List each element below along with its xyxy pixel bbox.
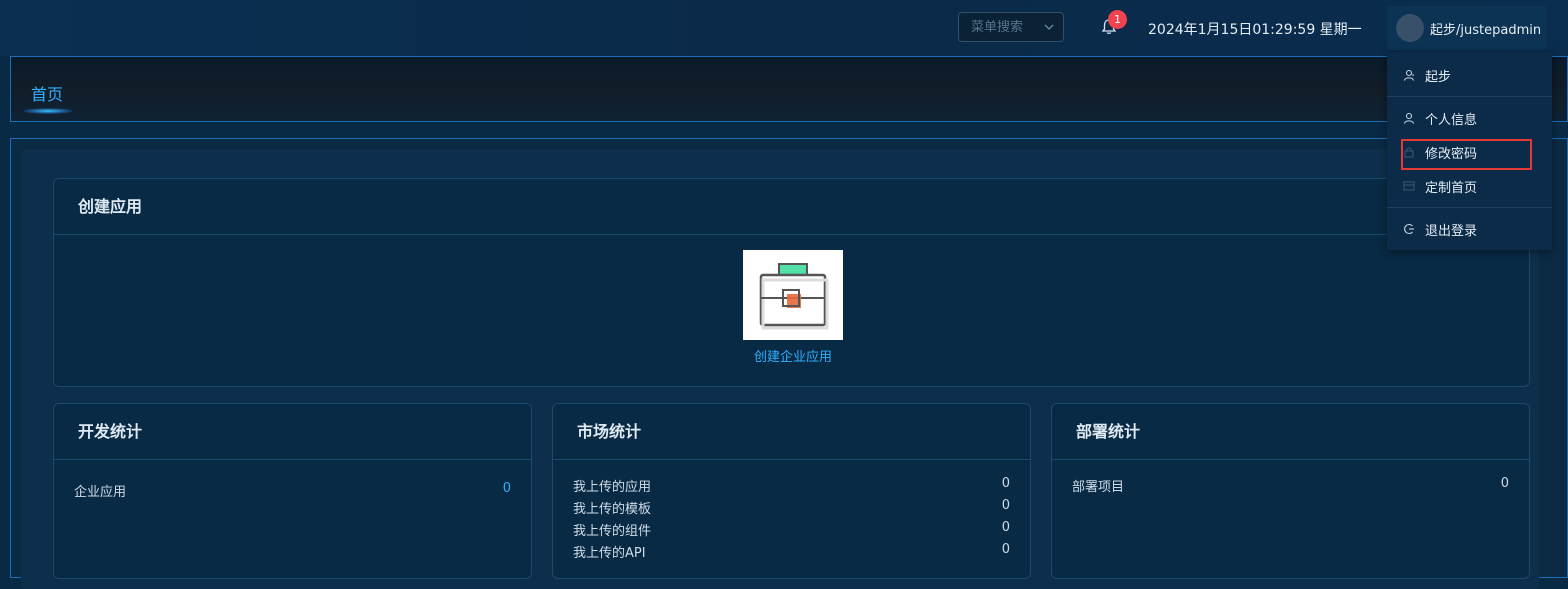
layout-icon — [1403, 180, 1415, 192]
create-enterprise-app-link[interactable]: 创建企业应用 — [714, 346, 872, 365]
tab-bar: 首页 — [10, 56, 1568, 122]
notification-badge: 1 — [1108, 10, 1127, 29]
menu-divider — [1387, 96, 1552, 97]
top-bar: 1 2024年1月15日01:29:59 星期一 起步/justepadmin — [0, 0, 1568, 56]
stat-label: 我上传的模板 — [573, 502, 652, 517]
menu-item-label: 起步 — [1425, 69, 1452, 85]
dev-stats-title: 开发统计 — [54, 404, 531, 460]
create-app-card: 创建应用 创建企业应用 — [53, 178, 1530, 387]
menu-divider — [1387, 207, 1552, 208]
main-content: 创建应用 创建企业应用 开发统计 企业应用 0 市场统计 我上传的应用 0 我上… — [10, 138, 1568, 589]
dashboard-panel: 创建应用 创建企业应用 开发统计 企业应用 0 市场统计 我上传的应用 0 我上… — [21, 149, 1539, 589]
user-menu-button[interactable]: 起步/justepadmin — [1387, 6, 1547, 50]
market-stats-title: 市场统计 — [553, 404, 1030, 460]
avatar — [1396, 14, 1424, 42]
enterprise-app-tile[interactable] — [743, 250, 843, 340]
active-tab-indicator — [23, 108, 73, 114]
stat-value: 0 — [1001, 498, 1010, 513]
stat-value: 0 — [1001, 542, 1010, 557]
list-item: 我上传的API 0 — [573, 542, 1010, 564]
menu-item-customize-home[interactable]: 定制首页 — [1387, 173, 1552, 199]
stat-value: 0 — [1500, 476, 1509, 491]
stat-label: 我上传的应用 — [573, 480, 652, 495]
list-item: 我上传的组件 0 — [573, 520, 1010, 542]
user-switch-icon — [1403, 69, 1415, 81]
menu-item-profile[interactable]: 个人信息 — [1387, 105, 1552, 131]
menu-item-label: 退出登录 — [1425, 223, 1478, 239]
list-item: 我上传的模板 0 — [573, 498, 1010, 520]
list-item: 我上传的应用 0 — [573, 476, 1010, 498]
list-item: 部署项目 0 — [1072, 476, 1509, 498]
tab-home[interactable]: 首页 — [31, 81, 63, 105]
briefcase-icon — [759, 263, 829, 330]
stat-value: 0 — [1001, 520, 1010, 535]
user-icon — [1403, 112, 1415, 124]
menu-item-logout[interactable]: 退出登录 — [1387, 216, 1552, 242]
dev-stats-card: 开发统计 企业应用 0 — [53, 403, 532, 579]
chevron-down-icon — [1044, 24, 1054, 30]
stat-value-link[interactable]: 0 — [503, 481, 511, 496]
stat-label: 部署项目 — [1072, 480, 1125, 495]
logout-icon — [1403, 223, 1415, 235]
highlight-box — [1401, 139, 1532, 170]
stat-label: 我上传的组件 — [573, 524, 652, 539]
deploy-stats-card: 部署统计 部署项目 0 — [1051, 403, 1530, 579]
menu-item-label: 定制首页 — [1425, 180, 1478, 196]
deploy-stats-title: 部署统计 — [1052, 404, 1529, 460]
stat-label: 我上传的API — [573, 546, 646, 561]
stat-value: 0 — [1001, 476, 1010, 491]
market-stats-card: 市场统计 我上传的应用 0 我上传的模板 0 我上传的组件 0 我上传的API … — [552, 403, 1031, 579]
menu-item-switch[interactable]: 起步 — [1387, 62, 1552, 88]
menu-item-label: 个人信息 — [1425, 112, 1478, 128]
stat-label: 企业应用 — [74, 485, 127, 500]
create-app-title: 创建应用 — [54, 179, 1529, 235]
menu-search-input[interactable] — [969, 18, 1043, 36]
current-datetime: 2024年1月15日01:29:59 星期一 — [1148, 22, 1362, 38]
list-item: 企业应用 0 — [74, 481, 511, 503]
user-name: 起步/justepadmin — [1430, 22, 1542, 38]
menu-search-select[interactable] — [958, 12, 1064, 42]
